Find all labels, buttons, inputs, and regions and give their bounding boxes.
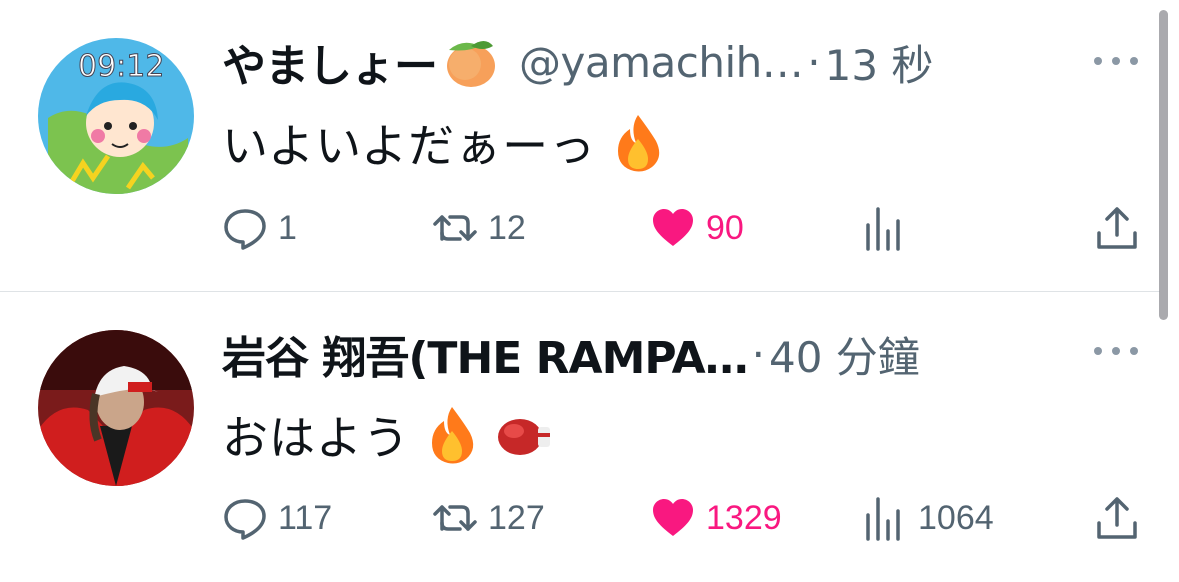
reply-icon bbox=[224, 209, 266, 250]
display-name[interactable]: やましょー bbox=[222, 30, 438, 94]
retweet-icon bbox=[433, 505, 477, 531]
tweet[interactable]: 岩谷 翔吾(THE RAMPA… · 40 分鐘 おはよう 117 127 13… bbox=[0, 292, 1160, 582]
fire-emoji bbox=[424, 405, 480, 465]
dot-icon bbox=[1130, 347, 1138, 355]
tweet-text: いよいよだぁーっ bbox=[222, 110, 666, 176]
avatar[interactable]: 09:12 bbox=[38, 38, 194, 194]
views-icon bbox=[866, 207, 900, 251]
share-icon bbox=[1097, 497, 1137, 539]
views-button[interactable] bbox=[862, 196, 918, 260]
share-button[interactable] bbox=[1094, 196, 1140, 260]
retweet-count: 127 bbox=[488, 498, 545, 537]
avatar-image: 09:12 bbox=[38, 38, 194, 194]
retweet-button[interactable]: 12 bbox=[432, 196, 526, 260]
timestamp[interactable]: 40 分鐘 bbox=[769, 324, 920, 385]
dot-icon bbox=[1094, 57, 1102, 65]
timestamp[interactable]: 13 秒 bbox=[825, 32, 934, 93]
retweet-count: 12 bbox=[488, 208, 526, 247]
tweet-header: 岩谷 翔吾(THE RAMPA… · 40 分鐘 bbox=[222, 322, 1042, 386]
more-options-icon[interactable] bbox=[1094, 344, 1138, 358]
like-button[interactable]: 1329 bbox=[650, 486, 782, 550]
views-count: 1064 bbox=[918, 498, 994, 537]
tweet-text: おはよう bbox=[222, 402, 550, 468]
tweet-text-body: おはよう bbox=[222, 411, 410, 465]
reply-count: 117 bbox=[278, 498, 333, 537]
views-icon bbox=[866, 497, 900, 541]
retweet-icon bbox=[433, 215, 477, 241]
share-button[interactable] bbox=[1094, 486, 1140, 550]
more-options-icon[interactable] bbox=[1094, 54, 1138, 68]
tweet[interactable]: 09:12 やましょー @yamachih… · 13 秒 いよいよだぁーっ 1… bbox=[0, 0, 1160, 290]
retweet-button[interactable]: 127 bbox=[432, 486, 545, 550]
reply-icon bbox=[224, 499, 266, 540]
avatar-image bbox=[38, 330, 194, 486]
reply-button[interactable]: 1 bbox=[222, 196, 297, 260]
handle[interactable]: @yamachih… bbox=[519, 38, 804, 87]
avatar-clock-text: 09:12 bbox=[78, 49, 164, 84]
dot-icon bbox=[1112, 347, 1120, 355]
peach-emoji bbox=[441, 36, 497, 88]
like-button[interactable]: 90 bbox=[650, 196, 744, 260]
separator: · bbox=[751, 329, 765, 379]
tweet-text-body: いよいよだぁーっ bbox=[222, 119, 597, 173]
heart-icon bbox=[653, 499, 693, 536]
separator: · bbox=[807, 37, 821, 87]
tweet-actions: 1 12 90 bbox=[222, 196, 1142, 260]
dot-icon bbox=[1130, 57, 1138, 65]
dot-icon bbox=[1094, 347, 1102, 355]
views-button[interactable]: 1064 bbox=[862, 486, 994, 550]
like-count: 90 bbox=[706, 208, 744, 247]
fire-emoji bbox=[610, 113, 666, 173]
like-count: 1329 bbox=[706, 498, 782, 537]
dot-icon bbox=[1112, 57, 1120, 65]
reply-button[interactable]: 117 bbox=[222, 486, 332, 550]
heart-icon bbox=[653, 209, 693, 246]
share-icon bbox=[1097, 207, 1137, 249]
boxing-glove-emoji bbox=[494, 405, 550, 465]
scrollbar[interactable] bbox=[1159, 10, 1168, 320]
avatar[interactable] bbox=[38, 330, 194, 486]
display-name[interactable]: 岩谷 翔吾(THE RAMPA… bbox=[222, 322, 749, 386]
tweet-header: やましょー @yamachih… · 13 秒 bbox=[222, 30, 1042, 94]
tweet-actions: 117 127 1329 1064 bbox=[222, 486, 1142, 550]
reply-count: 1 bbox=[278, 208, 297, 247]
